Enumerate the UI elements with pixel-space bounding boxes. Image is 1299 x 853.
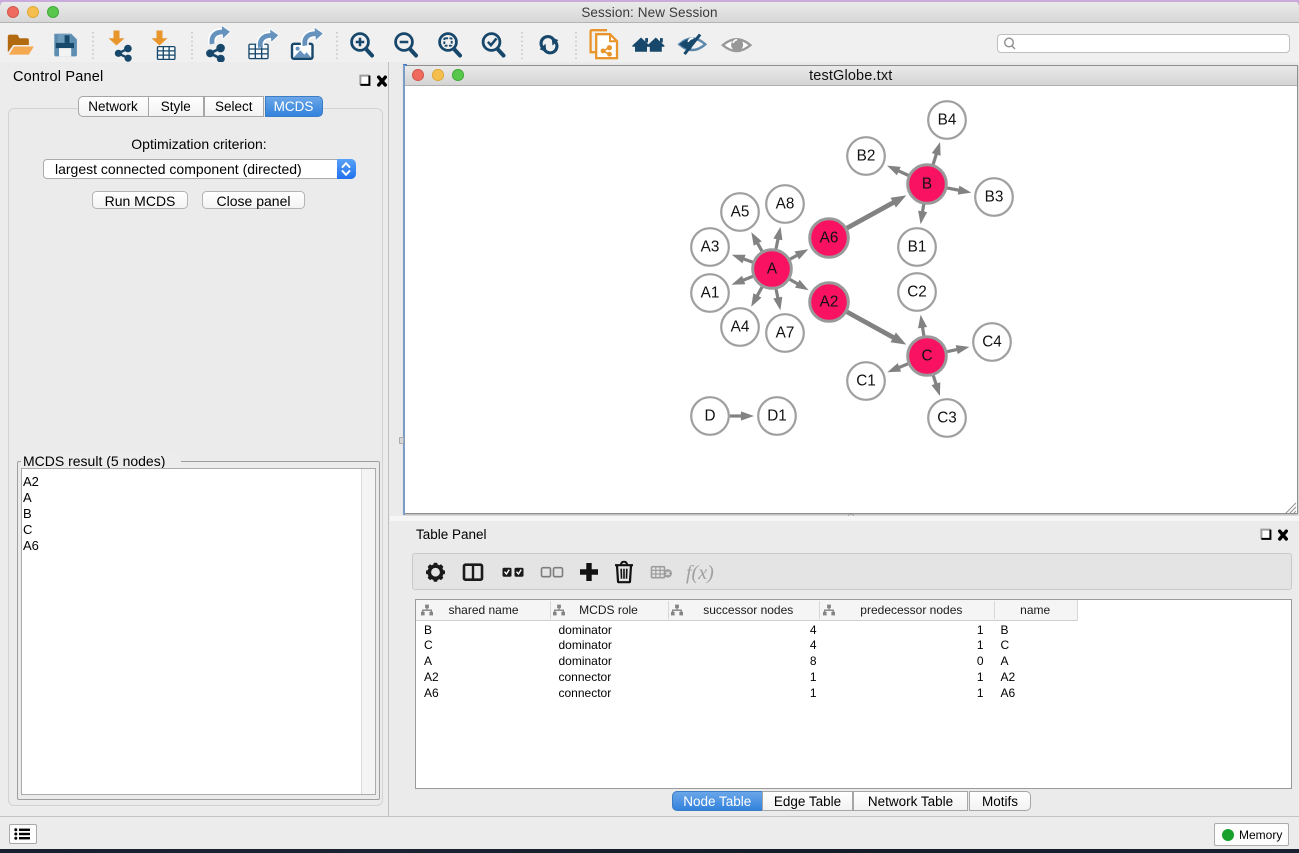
- svg-text:f(x): f(x): [686, 562, 714, 584]
- svg-text:A: A: [767, 261, 778, 278]
- svg-text:C4: C4: [982, 334, 1002, 351]
- svg-text:A6: A6: [820, 230, 839, 247]
- svg-text:C: C: [921, 348, 932, 365]
- svg-text:A4: A4: [731, 319, 750, 336]
- svg-text:D: D: [704, 408, 715, 425]
- svg-text:C2: C2: [907, 284, 927, 301]
- svg-text:A3: A3: [701, 239, 720, 256]
- svg-text:C1: C1: [856, 373, 876, 390]
- svg-text:A5: A5: [731, 204, 750, 221]
- svg-text:B: B: [922, 176, 932, 193]
- svg-text:A7: A7: [776, 325, 795, 342]
- svg-text:B1: B1: [908, 239, 927, 256]
- svg-text:D1: D1: [767, 408, 787, 425]
- svg-text:A8: A8: [776, 196, 795, 213]
- svg-text:A2: A2: [820, 294, 839, 311]
- svg-text:A1: A1: [701, 285, 720, 302]
- svg-text:B3: B3: [985, 189, 1004, 206]
- svg-text:C3: C3: [937, 410, 957, 427]
- svg-text:B4: B4: [938, 112, 957, 129]
- svg-text:B2: B2: [857, 148, 876, 165]
